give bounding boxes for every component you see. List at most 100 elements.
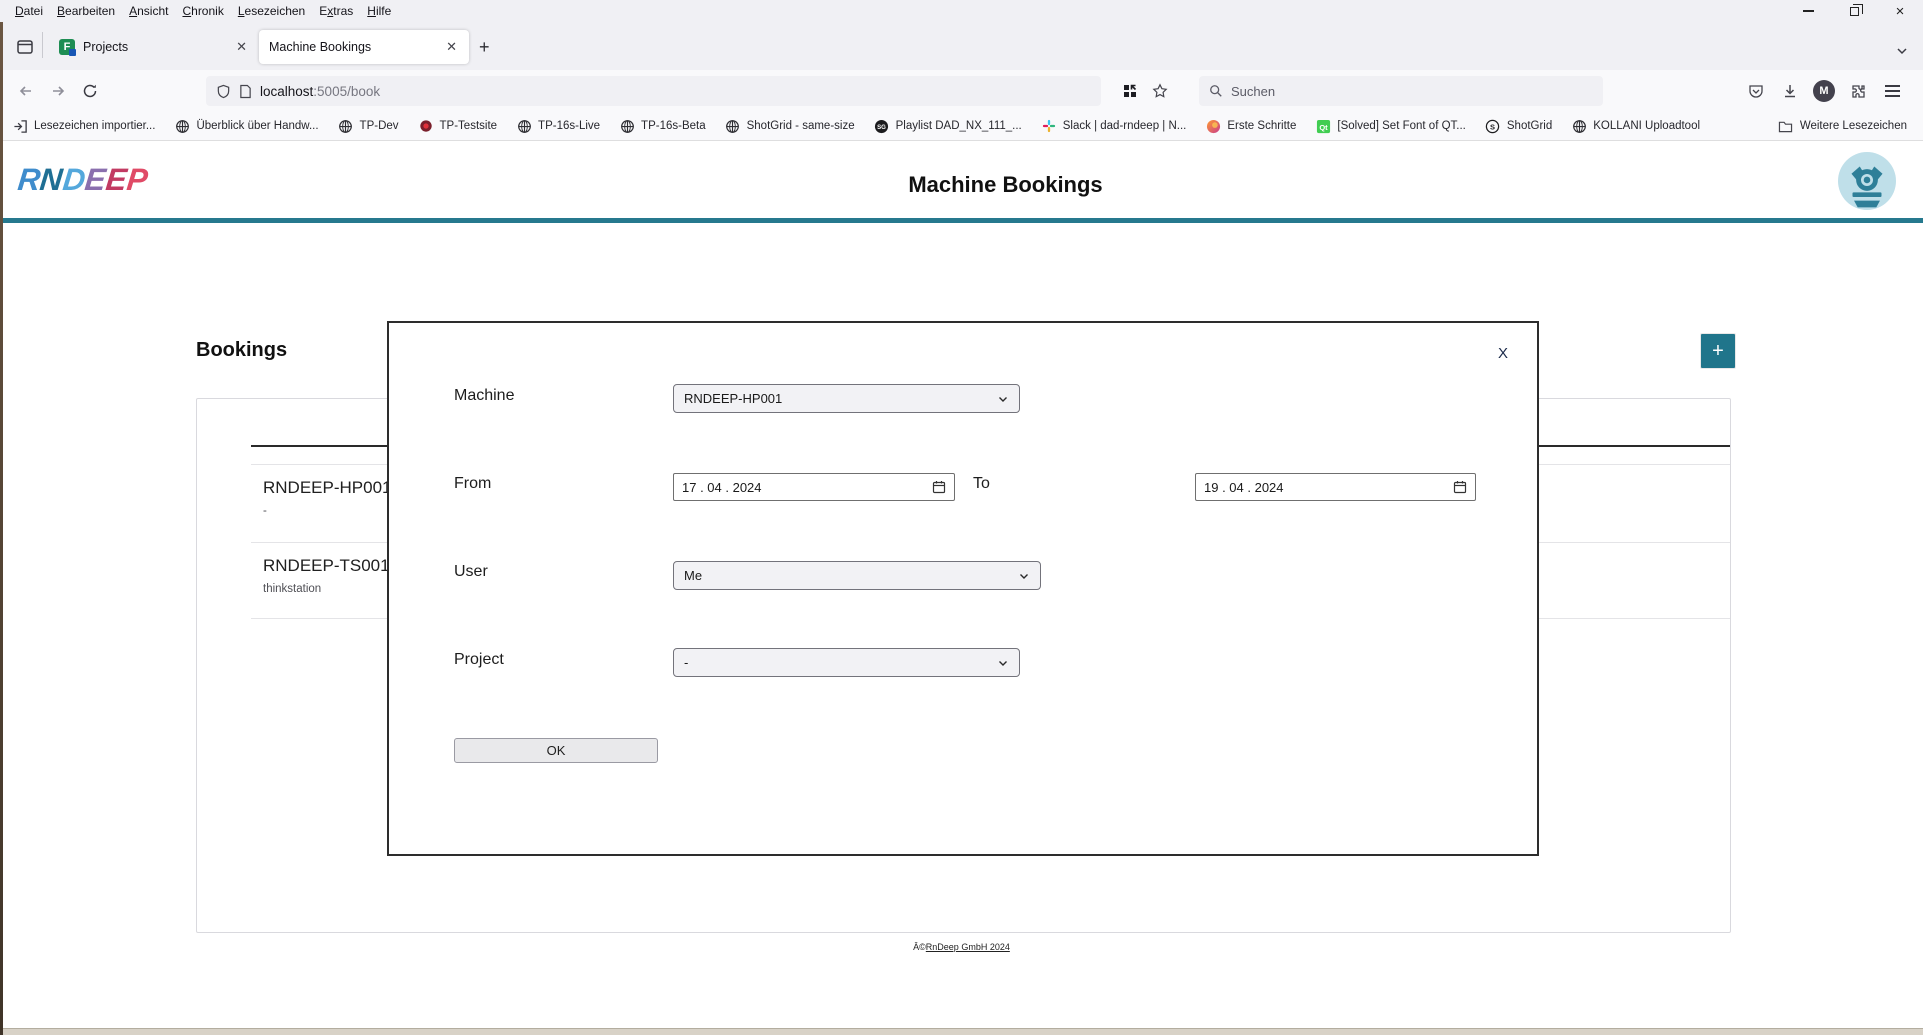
bookmark-label: [Solved] Set Font of QT... — [1337, 120, 1465, 132]
bookmark-label: TP-Testsite — [440, 120, 498, 132]
slack-icon — [1041, 118, 1057, 134]
bookmark-label: ShotGrid - same-size — [747, 120, 855, 132]
menu-item-hilfe[interactable]: Hilfe — [360, 2, 398, 20]
star-icon — [1152, 83, 1168, 99]
list-all-tabs-button[interactable] — [1895, 44, 1917, 58]
hamburger-icon — [1885, 85, 1900, 97]
reload-icon — [82, 83, 98, 99]
bookmark-item[interactable]: TP-16s-Beta — [619, 118, 706, 134]
project-label: Project — [454, 651, 504, 669]
globe-icon — [1571, 118, 1587, 134]
bookmark-item[interactable]: TP-Testsite — [418, 118, 498, 134]
tab-close-icon[interactable]: ✕ — [442, 39, 461, 55]
bookmark-item[interactable]: TP-Dev — [338, 118, 399, 134]
bookmark-star-button[interactable] — [1145, 76, 1175, 106]
search-bar[interactable]: Suchen — [1199, 76, 1603, 106]
firefox-view-button[interactable] — [10, 32, 40, 62]
extensions-button[interactable] — [1843, 76, 1873, 106]
add-booking-button[interactable]: + — [1700, 333, 1736, 369]
svg-text:S: S — [1490, 122, 1495, 131]
bookmark-item[interactable]: TP-16s-Live — [516, 118, 600, 134]
pocket-icon — [1748, 83, 1764, 99]
booking-dialog: X Machine RNDEEP-HP001 From 17 . 04 . 20… — [387, 321, 1539, 856]
minimize-icon — [1803, 10, 1814, 11]
bookmark-item[interactable]: Slack | dad-rndeep | N... — [1041, 118, 1187, 134]
bookmark-item[interactable]: SShotGrid — [1485, 118, 1552, 134]
page-info-icon[interactable] — [239, 84, 252, 99]
to-date-value: 19 . 04 . 2024 — [1204, 480, 1453, 495]
svg-text:Qt: Qt — [1319, 122, 1328, 131]
qt-icon: Qt — [1315, 118, 1331, 134]
url-path: :5005/book — [313, 84, 380, 99]
menu-items: DateiBearbeitenAnsichtChronikLesezeichen… — [8, 2, 398, 20]
bookmark-item[interactable]: Erste Schritte — [1205, 118, 1296, 134]
bookmark-item[interactable]: Lesezeichen importier... — [12, 118, 155, 134]
back-button[interactable] — [10, 76, 42, 106]
bookmark-item[interactable]: SGPlaylist DAD_NX_111_... — [874, 118, 1022, 134]
account-avatar: M — [1813, 80, 1835, 102]
url-host: localhost — [260, 84, 313, 99]
downloads-button[interactable] — [1775, 76, 1805, 106]
menu-item-lesezeichen[interactable]: Lesezeichen — [231, 2, 312, 20]
globe-icon — [619, 118, 635, 134]
more-bookmarks-button[interactable]: Weitere Lesezeichen — [1778, 118, 1907, 134]
tab-title: Projects — [83, 40, 224, 54]
restore-button[interactable] — [1831, 0, 1877, 22]
menu-bar: DateiBearbeitenAnsichtChronikLesezeichen… — [0, 0, 1923, 22]
copyright-prefix: Â© — [913, 942, 926, 952]
search-placeholder: Suchen — [1231, 84, 1275, 99]
extension-grid-button[interactable] — [1115, 76, 1145, 106]
pocket-button[interactable] — [1741, 76, 1771, 106]
menu-item-datei[interactable]: Datei — [8, 2, 50, 20]
bookmark-item[interactable]: Überblick über Handw... — [174, 118, 318, 134]
download-icon — [1782, 83, 1798, 99]
shield-icon — [216, 84, 231, 99]
bookmark-label: Lesezeichen importier... — [34, 120, 155, 132]
globe-icon — [516, 118, 532, 134]
tab-close-icon[interactable]: ✕ — [232, 39, 251, 55]
menu-item-ansicht[interactable]: Ansicht — [122, 2, 175, 20]
firefox-icon — [1205, 118, 1221, 134]
url-bar[interactable]: localhost:5005/book — [206, 76, 1101, 106]
minimize-button[interactable] — [1785, 0, 1831, 22]
calendar-icon[interactable] — [932, 480, 946, 494]
footer-link[interactable]: RnDeep GmbH 2024 — [926, 942, 1010, 952]
from-date-input[interactable]: 17 . 04 . 2024 — [673, 473, 955, 501]
back-icon — [18, 83, 34, 99]
bookmark-item[interactable]: ShotGrid - same-size — [725, 118, 855, 134]
new-tab-button[interactable]: + — [469, 37, 500, 58]
account-button[interactable]: M — [1809, 76, 1839, 106]
bookmark-label: Überblick über Handw... — [196, 120, 318, 132]
to-date-input[interactable]: 19 . 04 . 2024 — [1195, 473, 1476, 501]
reload-button[interactable] — [74, 76, 106, 106]
bookmark-label: TP-16s-Beta — [641, 120, 706, 132]
page-footer: Â©RnDeep GmbH 2024 — [0, 942, 1923, 952]
menu-item-chronik[interactable]: Chronik — [175, 2, 230, 20]
tab-machine-bookings[interactable]: Machine Bookings ✕ — [259, 30, 469, 64]
search-icon — [1209, 84, 1223, 98]
dialog-close-button[interactable]: X — [1492, 343, 1514, 364]
robot-avatar[interactable] — [1838, 152, 1896, 210]
tab-projects[interactable]: F Projects ✕ — [49, 30, 259, 64]
menu-item-bearbeiten[interactable]: Bearbeiten — [50, 2, 122, 20]
ok-button[interactable]: OK — [454, 738, 658, 763]
globe-icon — [174, 118, 190, 134]
menu-item-extras[interactable]: Extras — [312, 2, 360, 20]
close-button[interactable]: × — [1877, 0, 1923, 22]
user-select[interactable]: Me — [673, 561, 1041, 590]
browser-window: DateiBearbeitenAnsichtChronikLesezeichen… — [0, 0, 1923, 1035]
machine-select[interactable]: RNDEEP-HP001 — [673, 384, 1020, 413]
svg-text:SG: SG — [877, 123, 886, 130]
app-menu-button[interactable] — [1877, 76, 1907, 106]
project-select[interactable]: - — [673, 648, 1020, 677]
window-controls: × — [1785, 0, 1923, 22]
grid-icon — [1122, 83, 1138, 99]
firefox-view-icon — [16, 38, 34, 56]
flow-favicon: F — [59, 39, 75, 55]
calendar-icon[interactable] — [1453, 480, 1467, 494]
import-icon — [12, 118, 28, 134]
bookmark-item[interactable]: Qt [Solved] Set Font of QT... — [1315, 118, 1465, 134]
puzzle-icon — [1850, 83, 1867, 100]
forward-button[interactable] — [42, 76, 74, 106]
bookmark-item[interactable]: KOLLANI Uploadtool — [1571, 118, 1700, 134]
